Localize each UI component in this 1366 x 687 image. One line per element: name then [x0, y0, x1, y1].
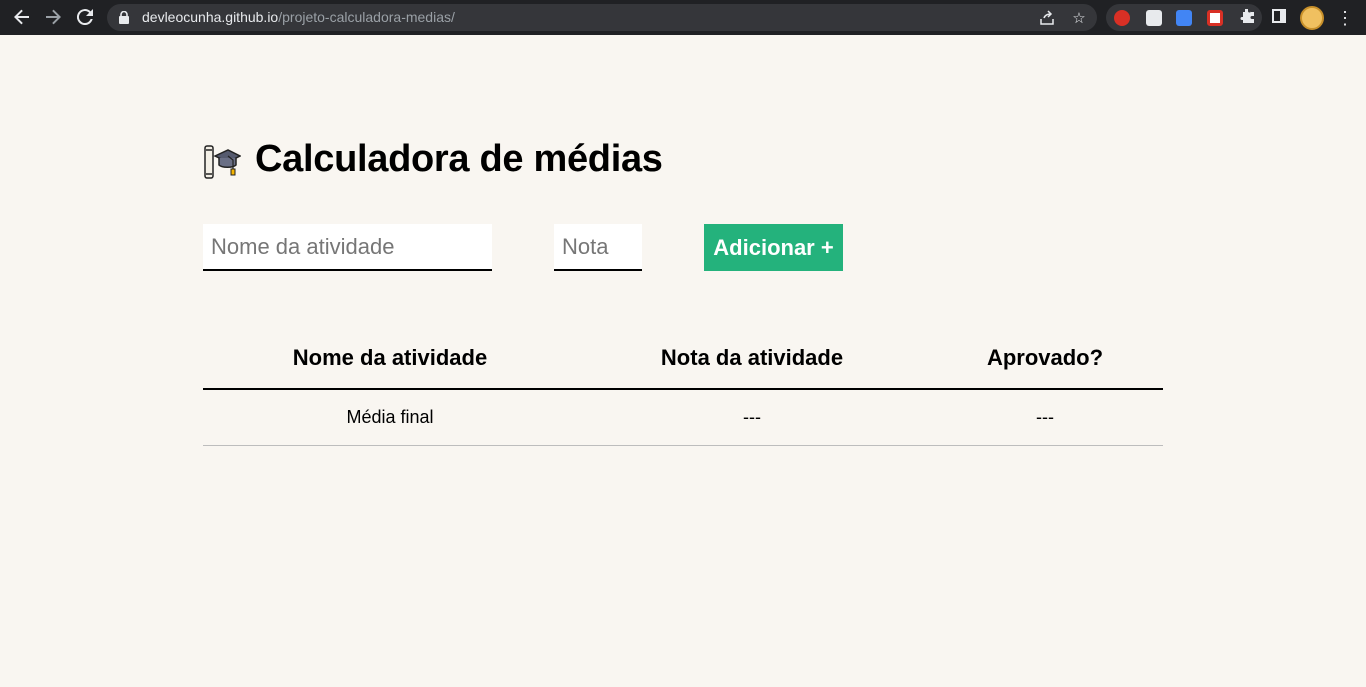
final-result-value: ---: [927, 389, 1163, 446]
table-header-row: Nome da atividade Nota da atividade Apro…: [203, 328, 1163, 390]
browser-toolbar: devleocunha.github.io/projeto-calculador…: [0, 0, 1366, 35]
page-header: Calculadora de médias: [203, 138, 663, 181]
url-path: /projeto-calculadora-medias/: [278, 9, 455, 25]
url-host: devleocunha.github.io: [142, 9, 279, 25]
address-bar[interactable]: devleocunha.github.io/projeto-calculador…: [107, 4, 1097, 31]
final-average-label: Média final: [203, 389, 577, 446]
final-average-row: Média final --- ---: [203, 389, 1163, 446]
column-header-approved: Aprovado?: [927, 328, 1163, 390]
forward-arrow-icon[interactable]: [38, 2, 68, 32]
puzzle-extensions-icon[interactable]: [1239, 8, 1255, 24]
grade-input[interactable]: [554, 224, 642, 271]
back-arrow-icon[interactable]: [7, 2, 37, 32]
side-panel-icon[interactable]: [1272, 9, 1286, 23]
translate-extension-icon[interactable]: [1176, 10, 1192, 26]
url-text: devleocunha.github.io/projeto-calculador…: [142, 9, 455, 25]
adblock-extension-icon[interactable]: [1114, 10, 1130, 26]
kebab-menu-icon[interactable]: ⋮: [1336, 6, 1354, 30]
column-header-activity: Nome da atividade: [203, 328, 577, 390]
column-header-grade: Nota da atividade: [577, 328, 927, 390]
extensions-group: [1106, 4, 1262, 31]
extension-icon[interactable]: [1146, 10, 1162, 26]
reload-icon[interactable]: [70, 2, 100, 32]
results-table: Nome da atividade Nota da atividade Apro…: [203, 328, 1163, 446]
add-button[interactable]: Adicionar +: [704, 224, 843, 271]
activity-name-input[interactable]: [203, 224, 492, 271]
page-title: Calculadora de médias: [255, 138, 663, 180]
share-icon[interactable]: [1037, 8, 1057, 28]
graduation-cap-icon: [204, 144, 241, 179]
lock-icon: [119, 11, 129, 24]
pocket-extension-icon[interactable]: [1207, 10, 1223, 26]
profile-avatar[interactable]: [1300, 6, 1324, 30]
bookmark-star-icon[interactable]: ☆: [1069, 8, 1089, 28]
final-average-value: ---: [577, 389, 927, 446]
